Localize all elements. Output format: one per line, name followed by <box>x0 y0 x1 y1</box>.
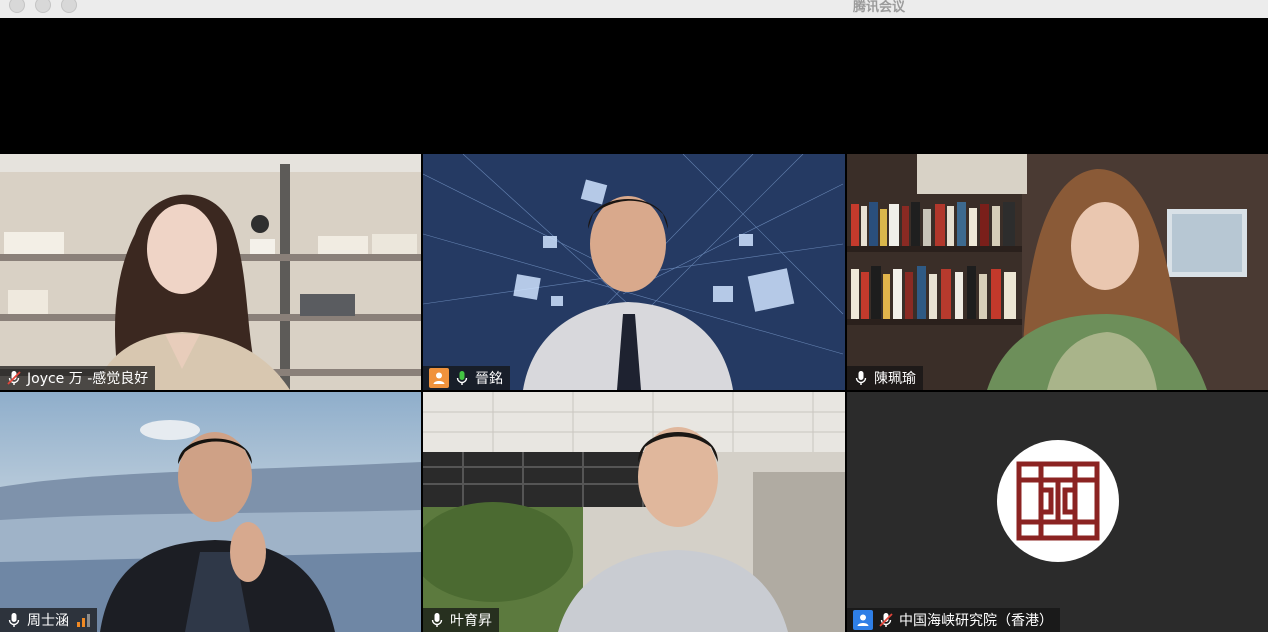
video-tile-joyce[interactable]: Joyce 万 -感觉良好 <box>0 154 421 390</box>
participant-label: 叶育昇 <box>423 608 499 632</box>
video-tile-institute[interactable]: 中国海峡研究院（香港） <box>847 392 1268 632</box>
institute-logo <box>997 440 1119 562</box>
video-feed <box>0 392 421 632</box>
participant-label: 晉銘 <box>423 366 510 390</box>
participant-name: 叶育昇 <box>450 613 492 629</box>
participant-label: Joyce 万 -感觉良好 <box>0 366 156 390</box>
window-titlebar: 腾讯会议 <box>0 0 1268 18</box>
video-feed <box>423 154 845 390</box>
institute-logo-emblem <box>1016 461 1100 541</box>
video-area-top-spacer <box>0 18 1268 154</box>
participant-name: Joyce 万 -感觉良好 <box>27 371 149 387</box>
participant-label: 周士涵 <box>0 608 97 632</box>
mic-icon <box>431 613 443 627</box>
video-feed <box>423 392 845 632</box>
participant-label: 中国海峡研究院（香港） <box>847 608 1060 632</box>
mic-active-icon <box>456 371 468 385</box>
mic-muted-icon <box>879 613 893 627</box>
video-feed <box>847 154 1268 390</box>
mic-icon <box>8 613 20 627</box>
video-tile-chen[interactable]: 陳珮瑜 <box>847 154 1268 390</box>
user-avatar-icon <box>429 368 449 388</box>
window-title: 腾讯会议 <box>852 0 905 15</box>
video-tile-zhou[interactable]: 周士涵 <box>0 392 421 632</box>
network-signal-icon <box>77 613 90 627</box>
participant-name: 中国海峡研究院（香港） <box>899 613 1053 629</box>
participant-label: 陳珮瑜 <box>847 366 923 390</box>
video-tile-jinming[interactable]: 晉銘 <box>423 154 845 390</box>
participant-name: 周士涵 <box>27 613 69 629</box>
video-feed <box>0 154 421 390</box>
mic-icon <box>855 371 867 385</box>
participant-name: 晉銘 <box>475 371 503 387</box>
video-tile-ye[interactable]: 叶育昇 <box>423 392 845 632</box>
participant-name: 陳珮瑜 <box>874 371 916 387</box>
user-avatar-icon <box>853 610 873 630</box>
mic-muted-icon <box>7 371 21 385</box>
